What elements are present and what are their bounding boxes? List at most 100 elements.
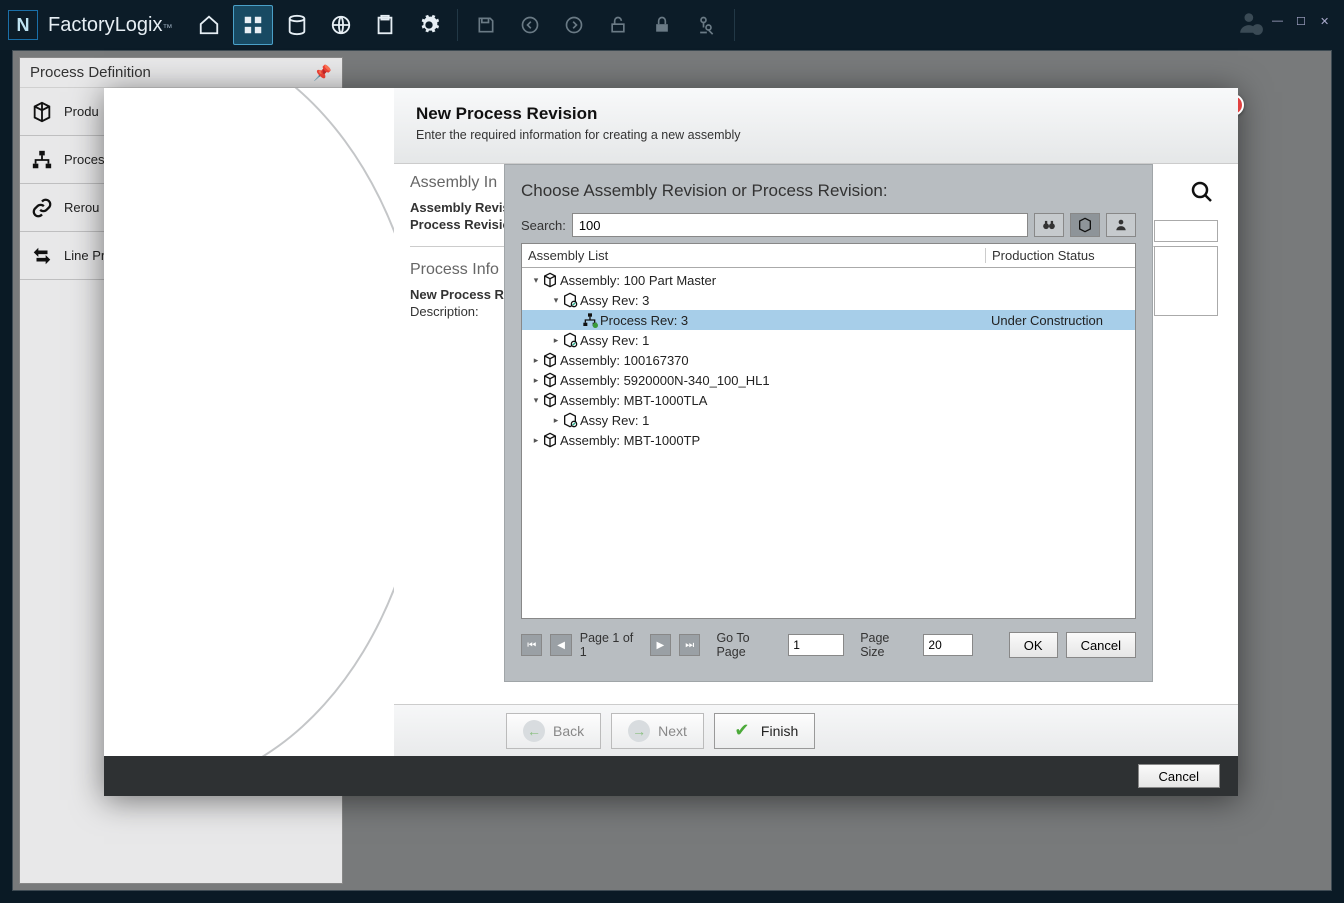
expander-icon[interactable]: ▾ xyxy=(550,295,562,306)
wizard-header: New Process Revision Enter the required … xyxy=(394,88,1238,164)
page-info: Page 1 of 1 xyxy=(580,631,642,659)
expander-icon[interactable]: ▸ xyxy=(550,415,562,426)
expander-icon[interactable]: ▾ xyxy=(530,395,542,406)
tree-label: Assembly: 100167370 xyxy=(560,353,985,368)
wizard-title: New Process Revision xyxy=(416,104,1216,124)
tree-row[interactable]: ▸ Assembly: 100167370 xyxy=(522,350,1135,370)
last-page-icon[interactable]: ⏭ xyxy=(679,634,700,656)
first-page-icon[interactable]: ⏮ xyxy=(521,634,542,656)
tree-row[interactable]: ▾Assy Rev: 3 xyxy=(522,290,1135,310)
column-production-status[interactable]: Production Status xyxy=(985,248,1135,263)
checkmark-icon: ✔ xyxy=(731,720,753,742)
wizard-nav: ← Back → Next ✔ Finish xyxy=(394,704,1238,756)
globe-icon[interactable] xyxy=(321,5,361,45)
tree-label: Process Rev: 3 xyxy=(600,313,985,328)
asm-icon xyxy=(542,392,560,408)
new-process-revision-wizard: ✕ New Process Revision Enter the require… xyxy=(104,88,1238,796)
next-button[interactable]: → Next xyxy=(611,713,704,749)
minimize-icon[interactable]: — xyxy=(1272,15,1288,31)
asm-icon xyxy=(542,272,560,288)
back-button[interactable]: ← Back xyxy=(506,713,601,749)
wizard-subtitle: Enter the required information for creat… xyxy=(416,128,1216,142)
expander-icon[interactable]: ▸ xyxy=(550,335,562,346)
picker-title: Choose Assembly Revision or Process Revi… xyxy=(521,181,1136,201)
rev-icon xyxy=(562,332,580,348)
page-size-select[interactable] xyxy=(923,634,973,656)
tree-row[interactable]: ▸ Assy Rev: 1 xyxy=(522,410,1135,430)
tree-label: Assembly: MBT-1000TLA xyxy=(560,393,985,408)
filter-assembly-icon[interactable] xyxy=(1070,213,1100,237)
footer-cancel-button[interactable]: Cancel xyxy=(1138,764,1220,788)
page-size-label: Page Size xyxy=(860,631,915,659)
home-icon[interactable] xyxy=(189,5,229,45)
ok-button[interactable]: OK xyxy=(1009,632,1058,658)
wizard-footer: Cancel xyxy=(104,756,1238,796)
tree-row[interactable]: ▸ Assembly: 5920000N-340_100_HL1 xyxy=(522,370,1135,390)
proc-icon xyxy=(582,312,600,328)
search-label: Search: xyxy=(521,218,566,233)
asm-icon xyxy=(542,352,560,368)
wizard-body: Assembly In Assembly Revisio Process Rev… xyxy=(394,164,1238,704)
expander-icon[interactable]: ▸ xyxy=(530,375,542,386)
tree-label: Assy Rev: 1 xyxy=(580,413,985,428)
goto-page-label: Go To Page xyxy=(716,631,780,659)
forward-icon[interactable] xyxy=(554,5,594,45)
filter-binoculars-icon[interactable] xyxy=(1034,213,1064,237)
arrow-right-icon: → xyxy=(628,720,650,742)
expander-icon[interactable]: ▾ xyxy=(530,275,542,286)
tree-status: Under Construction xyxy=(985,313,1135,328)
tree-label: Assy Rev: 1 xyxy=(580,333,985,348)
inspect-icon[interactable] xyxy=(686,5,726,45)
rev-icon xyxy=(562,412,580,428)
grid-icon[interactable] xyxy=(233,5,273,45)
tree-row[interactable]: ▸ Assembly: MBT-1000TP xyxy=(522,430,1135,450)
db-icon[interactable] xyxy=(277,5,317,45)
back-icon[interactable] xyxy=(510,5,550,45)
wizard-sidebar-curve xyxy=(104,88,394,756)
toolbar-icons-left xyxy=(189,5,739,45)
tree-row[interactable]: ▾ Assembly: MBT-1000TLA xyxy=(522,390,1135,410)
save-icon[interactable] xyxy=(466,5,506,45)
search-input[interactable] xyxy=(572,213,1028,237)
tree-row[interactable]: ▾ Assembly: 100 Part Master xyxy=(522,270,1135,290)
tree-label: Assembly: 5920000N-340_100_HL1 xyxy=(560,373,985,388)
assembly-revision-picker: Choose Assembly Revision or Process Revi… xyxy=(504,164,1153,682)
next-page-icon[interactable]: ▶ xyxy=(650,634,671,656)
arrow-left-icon: ← xyxy=(523,720,545,742)
cancel-button[interactable]: Cancel xyxy=(1066,632,1136,658)
description-textarea[interactable] xyxy=(1154,246,1218,316)
tree-row[interactable]: Process Rev: 3Under Construction xyxy=(522,310,1135,330)
asm-icon xyxy=(542,432,560,448)
unlock-icon[interactable] xyxy=(598,5,638,45)
separator xyxy=(734,9,735,41)
expander-icon[interactable]: ▸ xyxy=(530,355,542,366)
window-controls: — ☐ ✕ xyxy=(1238,10,1336,36)
expander-icon[interactable]: ▸ xyxy=(530,435,542,446)
tree-label: Assembly: 100 Part Master xyxy=(560,273,985,288)
assembly-list-grid: Assembly List Production Status ▾ Assembl… xyxy=(521,243,1136,619)
finish-button[interactable]: ✔ Finish xyxy=(714,713,815,749)
gear-icon[interactable] xyxy=(409,5,449,45)
rev-icon xyxy=(562,292,580,308)
prev-page-icon[interactable]: ◀ xyxy=(550,634,571,656)
logo-badge: N xyxy=(8,10,38,40)
clipboard-icon[interactable] xyxy=(365,5,405,45)
goto-page-input[interactable] xyxy=(788,634,844,656)
close-icon[interactable]: ✕ xyxy=(1320,15,1336,31)
pager: ⏮ ◀ Page 1 of 1 ▶ ⏭ Go To Page Page Size… xyxy=(521,631,1136,659)
separator xyxy=(457,9,458,41)
tree-row[interactable]: ▸ Assy Rev: 1 xyxy=(522,330,1135,350)
asm-icon xyxy=(542,372,560,388)
column-assembly-list[interactable]: Assembly List xyxy=(522,248,985,263)
filter-user-icon[interactable] xyxy=(1106,213,1136,237)
maximize-icon[interactable]: ☐ xyxy=(1296,15,1312,31)
revision-name-input[interactable] xyxy=(1154,220,1218,242)
lock-icon[interactable] xyxy=(642,5,682,45)
app-title: FactoryLogix™ xyxy=(48,14,173,37)
picker-search-row: Search: xyxy=(521,213,1136,237)
user-status-icon[interactable] xyxy=(1238,10,1264,36)
tree-label: Assembly: MBT-1000TP xyxy=(560,433,985,448)
grid-header: Assembly List Production Status xyxy=(522,244,1135,268)
app-logo: N FactoryLogix™ xyxy=(8,10,173,40)
search-icon[interactable] xyxy=(1190,180,1214,204)
